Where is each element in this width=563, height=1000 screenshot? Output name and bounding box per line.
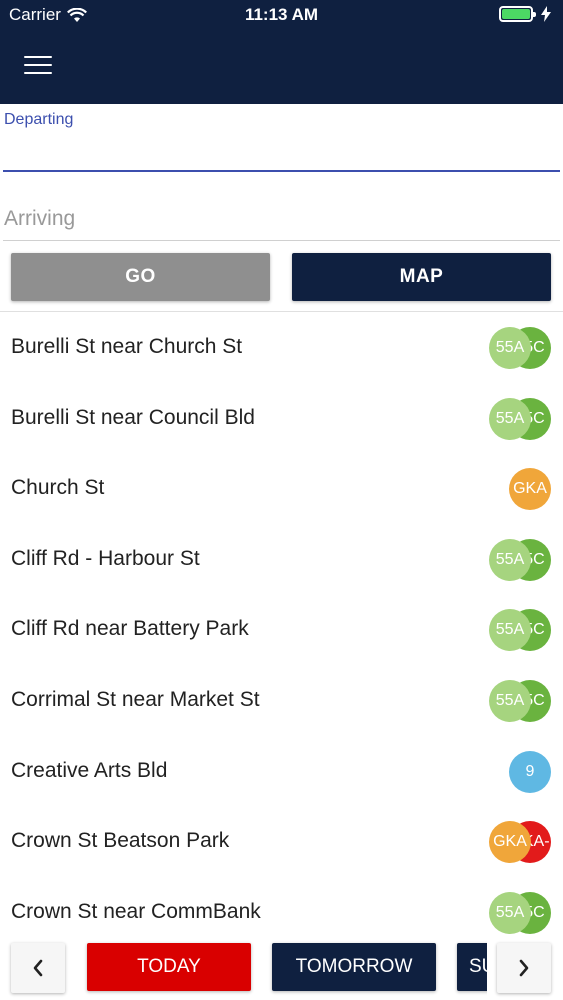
stop-row[interactable]: Burelli St near Church St 55C55A [0, 312, 563, 383]
app-header: Carrier 11:13 AM [0, 0, 563, 104]
route-badges: GKA [509, 468, 551, 511]
stop-row[interactable]: Burelli St near Council Bld 55C55A [0, 383, 563, 454]
previous-day-button[interactable] [11, 943, 65, 993]
arriving-input[interactable] [4, 202, 559, 236]
stop-row[interactable]: Cliff Rd near Battery Park 55C55A [0, 594, 563, 665]
go-button[interactable]: GO [11, 253, 270, 301]
day-button-today[interactable]: TODAY [87, 943, 251, 991]
battery-icon [499, 6, 536, 22]
route-badges: 55C55A [489, 327, 551, 369]
day-button-tomorrow[interactable]: TOMORROW [272, 943, 436, 991]
status-bar: Carrier 11:13 AM [0, 0, 563, 30]
route-badge: 55A [489, 891, 531, 934]
day-button-su[interactable]: SU [457, 943, 487, 991]
menu-icon[interactable] [24, 56, 52, 74]
stop-list[interactable]: Burelli St near Church St55C55ABurelli S… [0, 312, 563, 940]
route-badge: 55A [489, 679, 531, 722]
stop-row[interactable]: Creative Arts Bld 9 [0, 736, 563, 807]
route-badges: 55C55A [489, 397, 551, 440]
stop-name: Crown St Beatson Park [11, 829, 230, 853]
route-badges: 55C55A [489, 538, 551, 581]
stop-name: Corrimal St near Market St [11, 687, 260, 711]
clock: 11:13 AM [244, 5, 319, 24]
route-badges: 55C55A [489, 609, 551, 652]
route-badge: 9 [509, 750, 551, 793]
arriving-underline [3, 240, 560, 241]
next-day-button[interactable] [497, 943, 551, 993]
arriving-field[interactable] [0, 196, 563, 242]
day-strip: TODAY TOMORROW SU [65, 940, 487, 1000]
stop-name: Creative Arts Bld [11, 758, 168, 782]
chevron-right-icon [519, 959, 529, 977]
departing-underline [3, 170, 560, 172]
stop-name: Church St [11, 476, 105, 500]
stop-row[interactable]: Crown St near CommBank 55C55A [0, 877, 563, 940]
departing-input[interactable] [3, 134, 560, 172]
route-badge: GKA [489, 821, 531, 864]
route-badge: 55A [489, 397, 531, 440]
route-badge: 55A [489, 538, 531, 581]
route-badges: 55C55A [489, 891, 551, 934]
route-badge: 55A [489, 327, 531, 369]
route-badges: 55C55A [489, 679, 551, 722]
stop-row[interactable]: Corrimal St near Market St 55C55A [0, 665, 563, 736]
stop-row[interactable]: Cliff Rd - Harbour St 55C55A [0, 524, 563, 595]
departing-field[interactable]: Departing [0, 104, 563, 174]
route-badge: GKA [509, 468, 551, 511]
stop-row[interactable]: Crown St Beatson Park GKA-GKA [0, 806, 563, 877]
stop-name: Burelli St near Council Bld [11, 405, 255, 429]
charging-bolt-icon [541, 6, 551, 22]
day-selector-bar: TODAY TOMORROW SU [0, 940, 563, 1000]
map-button[interactable]: MAP [292, 253, 551, 301]
departing-label: Departing [4, 111, 74, 128]
route-badges: GKA-GKA [489, 821, 551, 864]
stop-name: Cliff Rd near Battery Park [11, 617, 249, 641]
stop-name: Cliff Rd - Harbour St [11, 546, 200, 570]
stop-row[interactable]: Church St GKA [0, 453, 563, 524]
route-badges: 9 [509, 750, 551, 793]
battery-indicator [499, 6, 551, 22]
stop-name: Crown St near CommBank [11, 899, 261, 923]
chevron-left-icon [33, 959, 43, 977]
stop-name: Burelli St near Church St [11, 335, 243, 358]
